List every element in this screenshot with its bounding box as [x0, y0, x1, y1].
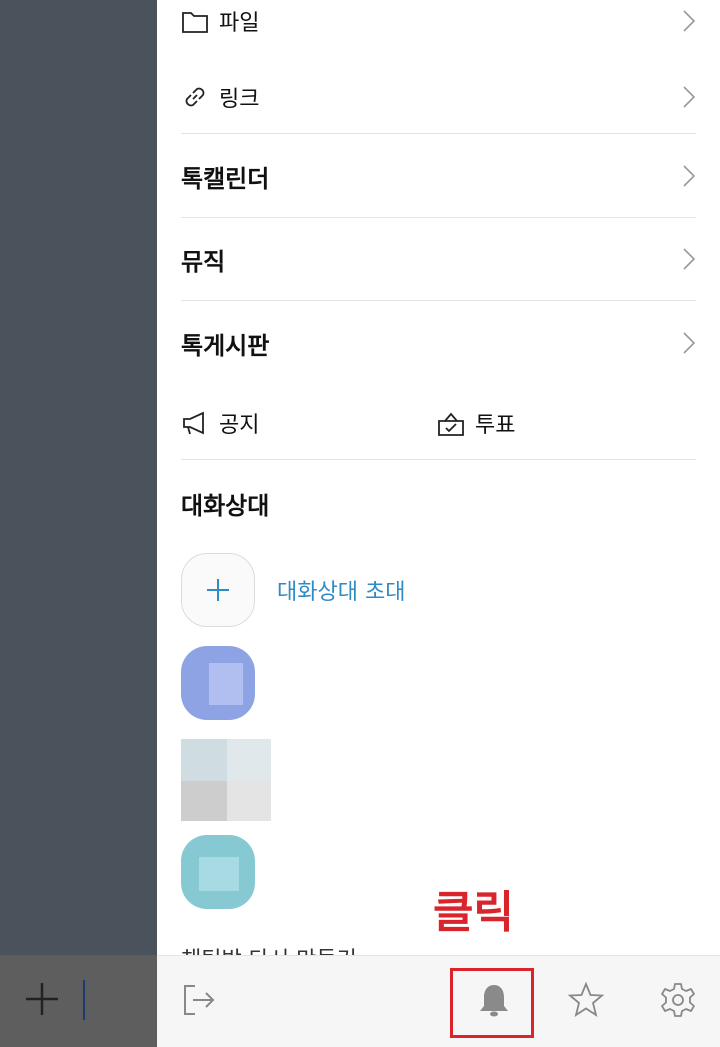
- notification-button[interactable]: [470, 978, 518, 1026]
- divider: [181, 217, 696, 218]
- menu-label-notice: 공지: [219, 413, 260, 438]
- menu-label-vote: 투표: [475, 413, 516, 438]
- menu-item-notice[interactable]: 공지: [181, 402, 259, 444]
- chevron-right-icon: [682, 85, 696, 109]
- menu-label-calendar: 톡캘린더: [181, 164, 270, 193]
- invite-member-button[interactable]: 대화상대 초대: [181, 553, 405, 627]
- menu-item-music[interactable]: 뮤직: [181, 238, 696, 280]
- chevron-right-icon: [682, 331, 696, 355]
- recreate-chat-item[interactable]: 채팅방 다시 만들기: [181, 942, 357, 955]
- favorite-button[interactable]: [562, 978, 610, 1026]
- megaphone-icon: [181, 409, 209, 437]
- menu-item-links[interactable]: 링크: [181, 76, 696, 118]
- divider: [181, 459, 696, 460]
- click-annotation: 클릭: [433, 887, 514, 938]
- ballot-box-icon: [437, 409, 465, 437]
- member-avatar[interactable]: [181, 739, 271, 821]
- chat-drawer: 파일 링크 톡캘린더 뮤직 톡게시판 공지 투표 대화상대 대화상대 초대: [157, 0, 720, 955]
- members-section-title: 대화상대: [181, 492, 270, 520]
- divider: [181, 133, 696, 134]
- menu-item-board[interactable]: 톡게시판: [181, 322, 696, 364]
- chat-overlay[interactable]: [0, 0, 157, 955]
- member-avatar[interactable]: [181, 646, 255, 720]
- plus-icon[interactable]: [24, 981, 60, 1017]
- menu-item-files[interactable]: 파일: [181, 0, 696, 42]
- member-avatar[interactable]: [181, 835, 255, 909]
- chevron-right-icon: [682, 164, 696, 188]
- menu-label-music: 뮤직: [181, 247, 226, 276]
- star-icon: [566, 980, 606, 1024]
- chevron-right-icon: [682, 9, 696, 33]
- menu-item-calendar[interactable]: 톡캘린더: [181, 155, 696, 197]
- menu-label-links: 링크: [219, 87, 260, 112]
- link-icon: [181, 83, 209, 111]
- gear-icon: [658, 980, 698, 1024]
- drawer-toolbar: [157, 955, 720, 1047]
- settings-button[interactable]: [654, 978, 702, 1026]
- divider: [181, 300, 696, 301]
- exit-button[interactable]: [175, 978, 223, 1026]
- text-cursor: [83, 980, 85, 1020]
- menu-item-vote[interactable]: 투표: [437, 402, 515, 444]
- bell-icon: [474, 980, 514, 1024]
- menu-label-board: 톡게시판: [181, 331, 270, 360]
- exit-icon: [179, 980, 219, 1024]
- folder-icon: [181, 7, 209, 35]
- menu-label-files: 파일: [219, 11, 260, 36]
- plus-icon: [181, 553, 255, 627]
- invite-member-label: 대화상대 초대: [277, 580, 406, 605]
- chevron-right-icon: [682, 247, 696, 271]
